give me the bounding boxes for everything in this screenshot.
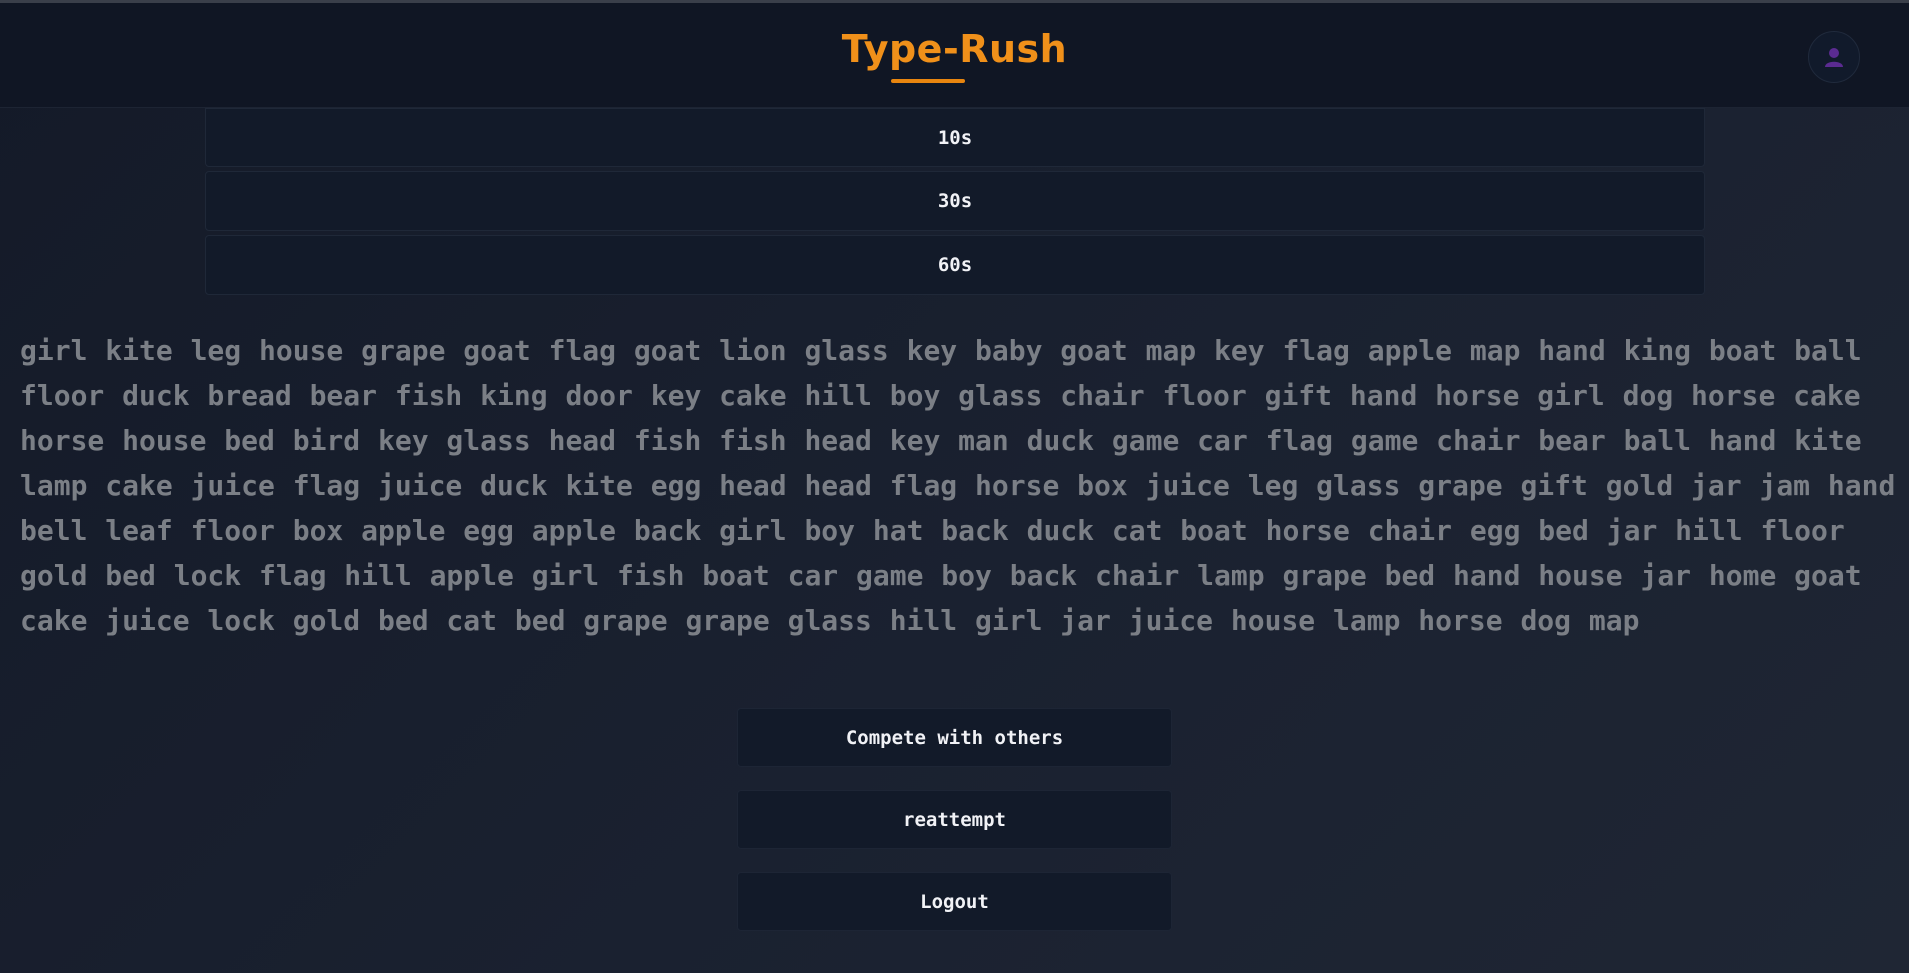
action-buttons: Compete with others reattempt Logout [737, 708, 1172, 931]
time-options: 10s 30s 60s [205, 108, 1705, 295]
profile-button[interactable] [1808, 31, 1860, 83]
typing-text: girl kite leg house grape goat flag goat… [20, 334, 1896, 637]
app-header: Type-Rush [0, 3, 1909, 108]
time-option-10s[interactable]: 10s [205, 108, 1705, 167]
time-option-30s[interactable]: 30s [205, 171, 1705, 231]
app-title: Type-Rush [841, 27, 1068, 71]
user-icon [1825, 48, 1843, 67]
reattempt-button[interactable]: reattempt [737, 790, 1172, 849]
compete-button[interactable]: Compete with others [737, 708, 1172, 767]
logout-button[interactable]: Logout [737, 872, 1172, 931]
title-underline [891, 79, 965, 83]
time-option-60s[interactable]: 60s [205, 235, 1705, 295]
